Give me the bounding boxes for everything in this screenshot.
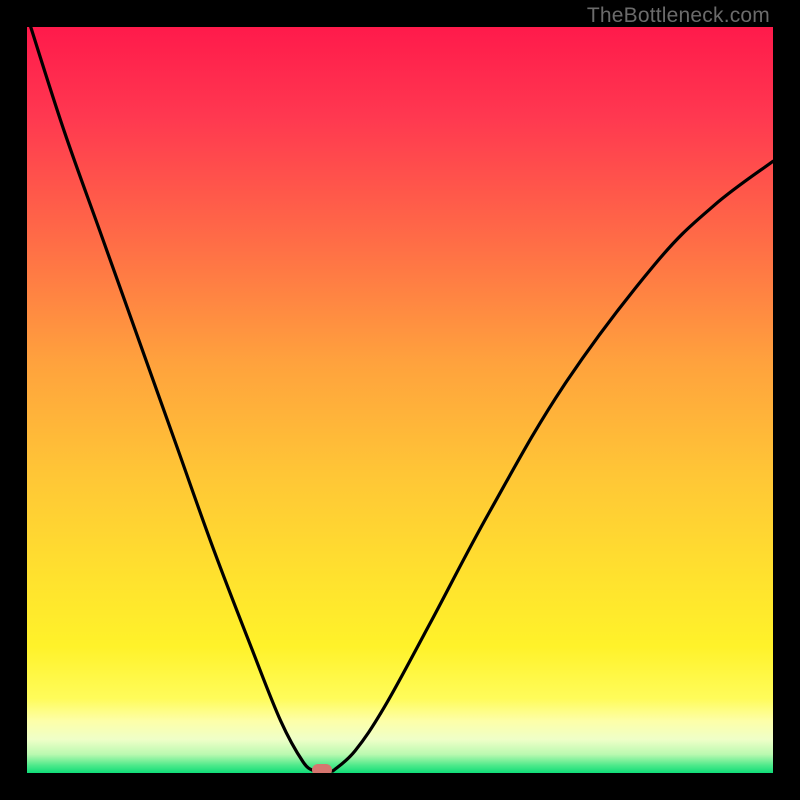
plot-area [27,27,773,773]
watermark-text: TheBottleneck.com [587,4,770,28]
optimum-marker [312,764,332,773]
heat-gradient-background [27,27,773,773]
chart-frame: TheBottleneck.com [0,0,800,800]
